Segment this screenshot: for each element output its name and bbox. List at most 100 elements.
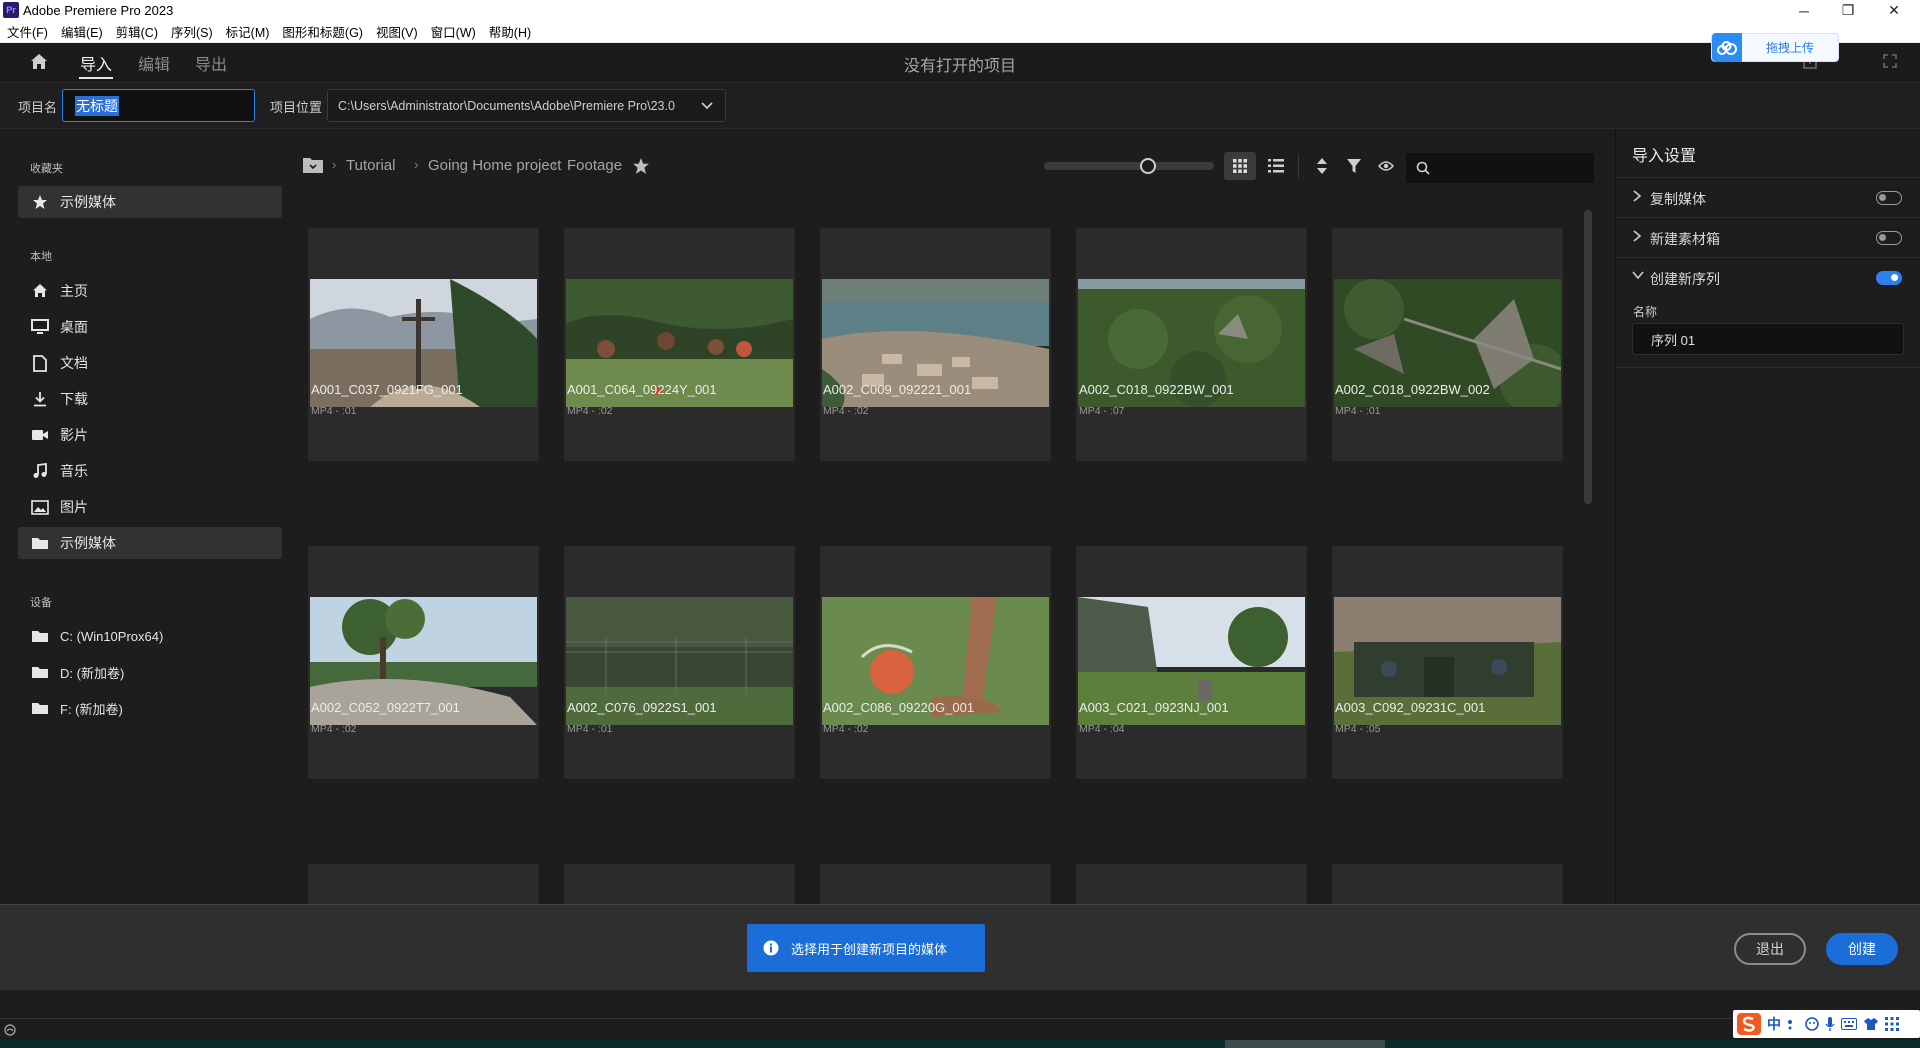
restore-button[interactable]: ❐ [1826,0,1870,21]
microphone-icon [1825,1017,1835,1031]
download-icon [30,389,50,409]
folder-browse-icon[interactable] [302,156,324,174]
copy-media-row[interactable]: 复制媒体 [1616,177,1920,217]
create-button[interactable]: 创建 [1826,933,1898,965]
header-title: 没有打开的项目 [903,58,1016,75]
media-card[interactable] [1076,228,1307,461]
media-card[interactable] [820,546,1051,779]
sidebar-item-downloads[interactable]: 下载 [18,383,282,415]
media-card[interactable] [820,228,1051,461]
monitor-icon [30,317,50,337]
media-card[interactable] [1076,546,1307,779]
close-button[interactable]: ✕ [1872,0,1916,21]
chevron-down-icon [1632,271,1644,280]
folder-icon [30,698,50,718]
media-card[interactable] [1332,546,1563,779]
favorite-star-icon[interactable] [632,157,650,175]
menu-clip[interactable]: 剪辑(C) [116,22,158,41]
sidebar-item-label: 下载 [60,391,88,407]
tab-import[interactable]: 导入 [80,51,112,75]
media-card[interactable] [564,864,795,904]
sidebar-item-movies[interactable]: 影片 [18,419,282,451]
media-card[interactable] [564,546,795,779]
sequence-name-input[interactable]: 序列 01 [1632,323,1904,355]
menu-view[interactable]: 视图(V) [376,22,418,41]
filter-button[interactable] [1340,152,1368,180]
fullscreen-icon[interactable] [1882,53,1898,69]
menu-sequence[interactable]: 序列(S) [171,22,213,41]
menu-graphics[interactable]: 图形和标题(G) [282,22,363,41]
menu-bar: 文件(F) 编辑(E) 剪辑(C) 序列(S) 标记(M) 图形和标题(G) 视… [0,21,1920,43]
keyboard-icon [1841,1018,1857,1030]
window-title: Adobe Premiere Pro 2023 [23,3,174,18]
ime-mode-label: 中 [1767,1016,1781,1032]
star-icon [30,192,50,212]
clip-name: A002_C086_09220G_001 [823,700,975,715]
sidebar-item-desktop[interactable]: 桌面 [18,311,282,343]
media-card[interactable] [564,228,795,461]
eye-icon [1378,161,1394,171]
location-sidebar: 收藏夹 示例媒体 本地 主页 桌面 文档 下载 影片 音乐 图片 示例媒体 设备… [0,130,298,904]
premiere-app-icon: Pr [3,2,19,18]
skin-icon [1864,1018,1878,1030]
create-sequence-toggle[interactable] [1876,271,1902,285]
media-card[interactable] [308,228,539,461]
media-card[interactable] [1076,864,1307,904]
thumbnail-size-slider[interactable] [1044,162,1214,170]
exit-button[interactable]: 退出 [1734,933,1806,965]
status-bar [0,1018,1920,1040]
project-name-input[interactable]: 无标题 [62,89,255,122]
visibility-button[interactable] [1372,152,1400,180]
grid-view-button[interactable] [1224,152,1256,180]
project-location-dropdown[interactable]: C:\Users\Administrator\Documents\Adobe\P… [327,89,726,122]
sidebar-item-drive-f[interactable]: F: (新加卷) [18,692,282,724]
emoji-icon [1805,1017,1819,1031]
menu-file[interactable]: 文件(F) [7,22,48,41]
project-name-value: 无标题 [75,95,119,116]
sidebar-item-label: 桌面 [60,319,88,335]
menu-markers[interactable]: 标记(M) [226,22,270,41]
minimize-button[interactable]: ─ [1782,0,1826,21]
chevron-right-icon [1633,230,1642,242]
sidebar-item-pictures[interactable]: 图片 [18,491,282,523]
grid-icon [1233,159,1247,173]
taskbar-item[interactable] [1225,1040,1385,1048]
media-card[interactable] [308,864,539,904]
sidebar-item-documents[interactable]: 文档 [18,347,282,379]
sidebar-item-drive-d[interactable]: D: (新加卷) [18,656,282,688]
media-card[interactable] [1332,864,1563,904]
copy-media-toggle[interactable] [1876,191,1902,205]
sort-button[interactable] [1308,152,1336,180]
breadcrumb-item-footage[interactable]: Footage [567,157,622,174]
menu-help[interactable]: 帮助(H) [489,22,531,41]
ime-toolbar[interactable]: 中 [1733,1010,1920,1038]
tab-edit[interactable]: 编辑 [138,51,170,75]
list-view-button[interactable] [1262,152,1290,180]
media-browser: › Tutorial › Going Home project › Footag… [298,130,1615,904]
media-card[interactable] [1332,228,1563,461]
new-bin-row[interactable]: 新建素材箱 [1616,217,1920,257]
project-settings-row: 项目名 无标题 项目位置 C:\Users\Administrator\Docu… [0,83,1920,129]
tab-export[interactable]: 导出 [195,51,227,75]
info-message: 选择用于创建新项目的媒体 [791,941,948,957]
sidebar-item-sample-media[interactable]: 示例媒体 [18,527,282,559]
sidebar-item-favorite-sample-media[interactable]: 示例媒体 [18,186,282,218]
vertical-scrollbar[interactable] [1584,210,1592,504]
media-card[interactable] [820,864,1051,904]
media-card[interactable] [308,546,539,779]
slider-handle[interactable] [1140,158,1156,174]
breadcrumb-item-tutorial[interactable]: Tutorial [346,157,395,174]
sidebar-item-home[interactable]: 主页 [18,275,282,307]
create-sequence-row[interactable]: 创建新序列 [1616,257,1920,297]
clip-meta: MP4 - :02 [311,723,357,735]
search-input[interactable] [1406,153,1594,183]
chevron-down-icon [701,102,713,110]
sidebar-item-drive-c[interactable]: C: (Win10Prox64) [18,620,282,652]
breadcrumb-item-project[interactable]: Going Home project [428,157,561,174]
music-note-icon [30,461,50,481]
new-bin-toggle[interactable] [1876,231,1902,245]
menu-edit[interactable]: 编辑(E) [61,22,103,41]
menu-window[interactable]: 窗口(W) [431,22,476,41]
drag-upload-button[interactable]: 拖拽上传 [1711,33,1839,62]
sidebar-item-music[interactable]: 音乐 [18,455,282,487]
